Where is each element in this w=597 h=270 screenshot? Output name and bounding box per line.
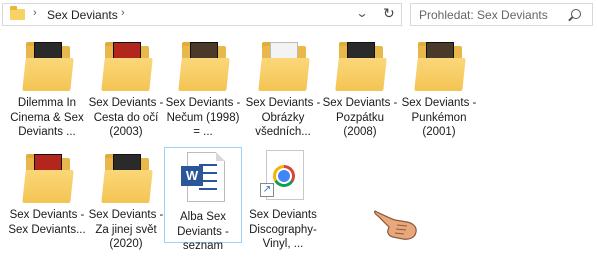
item-label: Sex Deviants - Za jinej svět (2020) — [88, 209, 164, 250]
item-label: Dilemma In Cinema & Sex Deviants ... — [10, 97, 84, 138]
folder-icon — [410, 40, 468, 94]
item-label: Sex Deviants - Obrázky všedních... — [245, 97, 321, 138]
shortcut-arrow-icon: ↗ — [260, 183, 274, 197]
item-label: Sex Deviants - Pozpátku (2008) — [322, 97, 398, 138]
folder-icon — [331, 40, 389, 94]
shortcut-item-discography[interactable]: ↗ Sex Deviants Discography- Vinyl, ... — [244, 150, 322, 252]
breadcrumb-sex-deviants[interactable]: Sex Deviants — [47, 8, 118, 22]
folder-item-punkemon[interactable]: Sex Deviants - Punkémon (2001) — [400, 40, 478, 140]
item-label: Sex Deviants - Cesta do očí (2003) — [88, 97, 164, 138]
folder-icon — [174, 40, 232, 94]
search-input[interactable]: Prohledat: Sex Deviants — [419, 8, 548, 22]
item-label: Sex Deviants - Nečum (1998) = ... — [165, 97, 241, 138]
item-label: Alba Sex Deviants - seznam — [177, 211, 229, 252]
address-bar[interactable]: › Sex Deviants › ⌄ ↻ — [2, 3, 402, 26]
folder-item-sex-deviants[interactable]: Sex Deviants - Sex Deviants... — [8, 152, 86, 237]
chevron-right-icon[interactable]: › — [121, 7, 125, 19]
explorer-toolbar: › Sex Deviants › ⌄ ↻ Prohledat: Sex Devi… — [0, 0, 597, 32]
folder-item-pozpatku[interactable]: Sex Deviants - Pozpátku (2008) — [321, 40, 399, 140]
word-document-icon: W — [179, 152, 227, 208]
chevron-right-icon[interactable]: › — [33, 7, 37, 19]
folder-item-dilemma[interactable]: Dilemma In Cinema & Sex Deviants ... — [8, 40, 86, 140]
folder-icon — [18, 40, 76, 94]
folder-icon — [254, 40, 312, 94]
folder-item-cesta-do-oci[interactable]: Sex Deviants - Cesta do očí (2003) — [87, 40, 165, 140]
hand-pointer-icon — [374, 210, 417, 240]
chrome-shortcut-icon: ↗ — [258, 150, 308, 206]
folder-item-obrazky[interactable]: Sex Deviants - Obrázky všedních... — [244, 40, 322, 140]
item-label: Sex Deviants - Sex Deviants... — [8, 209, 86, 236]
folder-item-necum[interactable]: Sex Deviants - Nečum (1998) = ... — [164, 40, 242, 140]
folder-icon — [97, 152, 155, 206]
refresh-icon[interactable]: ↻ — [383, 5, 395, 22]
folder-icon — [18, 152, 76, 206]
item-label: Sex Deviants - Punkémon (2001) — [401, 97, 477, 138]
chevron-down-icon[interactable]: ⌄ — [355, 6, 368, 20]
folder-item-za-jinej-svet[interactable]: Sex Deviants - Za jinej svět (2020) — [87, 152, 165, 252]
search-box[interactable]: Prohledat: Sex Deviants — [410, 3, 593, 26]
search-icon — [571, 9, 581, 19]
folder-icon — [97, 40, 155, 94]
document-item-alba-seznam[interactable]: W Alba Sex Deviants - seznam — [164, 147, 242, 252]
folder-icon — [10, 6, 25, 20]
item-label: Sex Deviants Discography- Vinyl, ... — [249, 209, 317, 250]
